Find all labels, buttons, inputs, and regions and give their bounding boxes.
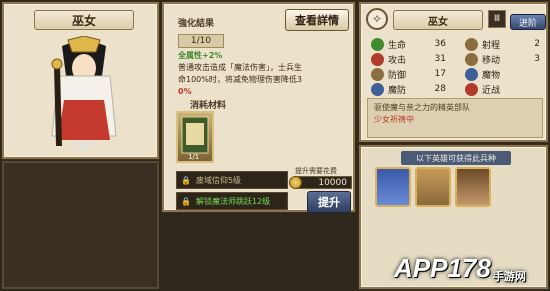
lock-icon: 🔒 [181, 196, 191, 206]
stat-value: 28 [434, 84, 446, 94]
attribute-bonus: 全属性+2% [178, 51, 223, 60]
extra-row-1: 移动 3 [465, 51, 540, 67]
hero-portrait-3[interactable] [455, 167, 491, 207]
upgrade-button[interactable]: 提升 [307, 191, 351, 213]
unit-name: 巫女 [393, 10, 483, 30]
stat-icon [371, 52, 384, 66]
stat-icon [465, 82, 478, 96]
enhance-description: 全属性+2% 普通攻击造成「魔法伤害」，士兵生 命100%时，将减免物理伤害降低… [178, 50, 353, 98]
class-rank-icon: Ⅲ [488, 10, 506, 28]
stat-icon [371, 37, 384, 51]
watermark-main: APP178 [394, 253, 491, 283]
stat-row-3: 魔防 28 [371, 81, 446, 97]
enhance-level: 1/10 [178, 34, 224, 48]
materials-label: 消耗材料 [190, 101, 227, 111]
material-item[interactable]: 1/1 [176, 111, 214, 163]
flavor-text: 驱使魔与亲之力的精英部队 少女祈祷中 [367, 98, 543, 138]
stat-label: 魔防 [388, 85, 407, 96]
eligible-heroes-header: 以下英雄可获得此兵种 [401, 151, 511, 165]
requirement-2-text: 解锁魔法师跳跃12级 [195, 196, 271, 206]
stat-icon [371, 82, 384, 96]
gold-coin-icon [289, 176, 302, 189]
unit-portrait-panel: 巫女 [2, 2, 159, 159]
stat-label: 移动 [482, 55, 501, 66]
stat-value: 31 [434, 54, 446, 64]
stat-label: 魔物 [482, 70, 501, 81]
stat-label: 生命 [388, 40, 407, 51]
scroll-book-icon: 1/1 [181, 116, 209, 161]
hero-portrait-2[interactable] [415, 167, 451, 207]
stat-label: 攻击 [388, 55, 407, 66]
flavor-line-2: 少女祈祷中 [374, 115, 414, 124]
stat-icon [371, 67, 384, 81]
stat-row-0: 生命 36 [371, 36, 446, 52]
stat-row-2: 防御 17 [371, 66, 446, 82]
stat-icon [465, 67, 478, 81]
requirement-1: 🔒 废域信仰5级 [176, 171, 288, 189]
cost-label: 提升需要花费 [295, 167, 337, 175]
requirement-1-text: 废域信仰5级 [195, 175, 242, 185]
extra-row-2: 魔物 [465, 66, 540, 82]
enhancement-panel: 強化結果 查看詳情 1/10 全属性+2% 普通攻击造成「魔法伤害」，士兵生 命… [162, 2, 355, 213]
desc-line-2: 普通攻击造成「魔法伤害」，士兵生 [178, 63, 302, 72]
extra-row-3: 近战 [465, 81, 540, 97]
cost-box: 10000 [289, 176, 352, 189]
lock-icon: 🔒 [181, 175, 191, 185]
desc-line-3: 命100%时，将减免物理伤害降低3 [178, 75, 302, 84]
advance-button[interactable]: 进阶 [510, 14, 546, 30]
flavor-line-1: 驱使魔与亲之力的精英部队 [374, 103, 470, 112]
stat-value: 2 [534, 39, 540, 49]
stat-icon [465, 37, 478, 51]
enhance-result-label: 強化結果 [178, 19, 215, 29]
cost-value: 10000 [318, 177, 347, 188]
material-count: 1/1 [188, 153, 199, 161]
site-watermark-logo: APP178 手游网 [394, 228, 544, 288]
stat-value: 36 [434, 39, 446, 49]
empty-left-bottom-panel [2, 161, 159, 289]
stat-value: 3 [534, 54, 540, 64]
stat-row-1: 攻击 31 [371, 51, 446, 67]
requirement-2: 🔒 解锁魔法师跳跃12级 [176, 192, 288, 210]
hero-portrait-1[interactable] [375, 167, 411, 207]
stat-label: 近战 [482, 85, 501, 96]
stat-icon [465, 52, 478, 66]
view-details-button[interactable]: 查看詳情 [285, 9, 349, 31]
stat-label: 射程 [482, 40, 501, 51]
stat-value: 17 [434, 69, 446, 79]
watermark-sub: 手游网 [492, 271, 526, 283]
unit-title: 巫女 [34, 10, 134, 30]
extra-row-0: 射程 2 [465, 36, 540, 52]
desc-line-4: 0% [178, 87, 192, 96]
stat-label: 防御 [388, 70, 407, 81]
unit-stats-panel: ✧ 巫女 Ⅲ 进阶 驱使魔与亲之力的精英部队 少女祈祷中 生命 36 攻击 31 防御 1… [359, 2, 548, 142]
unit-emblem-icon: ✧ [366, 8, 388, 30]
shrine-maiden-figure [51, 36, 117, 152]
